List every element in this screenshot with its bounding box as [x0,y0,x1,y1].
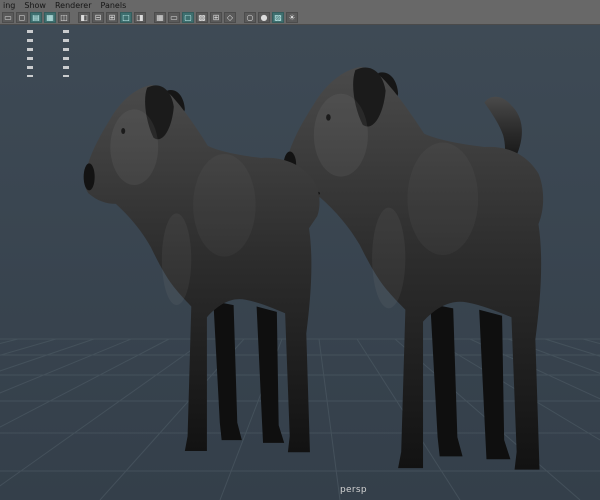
two-pane-layout-icon[interactable]: ◧ [78,11,90,23]
menu-item-show[interactable]: Show [24,1,46,10]
four-pane-layout-icon[interactable]: ⊞ [106,11,118,23]
menu-item-renderer[interactable]: Renderer [55,1,92,10]
camera-lock-icon[interactable]: ◻ [16,11,28,23]
textured-mode-icon[interactable]: ▨ [272,11,284,23]
resolution-gate-icon[interactable]: ▢ [182,11,194,23]
camera-attributes-icon[interactable]: ▤ [30,11,42,23]
dog-model-left[interactable] [83,85,320,453]
safe-action-icon[interactable]: ◇ [224,11,236,23]
maya-viewport-panel: ing Show Renderer Panels ▭ ◻ ▤ ▦ ◫ ◧ ⊟ ⊞ □ ◨ ▦ ▭ ▢ ▩ ⊞ ◇ ○ ●… [0,0,600,500]
viewport[interactable]: persp [0,25,600,500]
scene-3d [0,67,600,500]
field-chart-icon[interactable]: ⊞ [210,11,222,23]
dog-model-right[interactable] [283,67,544,470]
shaded-mode-icon[interactable]: ● [258,11,270,23]
bookmarks-icon[interactable]: ▦ [44,11,56,23]
lighting-icon[interactable]: ☀ [286,11,298,23]
panel-toolbar: ▭ ◻ ▤ ▦ ◫ ◧ ⊟ ⊞ □ ◨ ▦ ▭ ▢ ▩ ⊞ ◇ ○ ● ▨ ☀ [0,10,600,24]
outliner-layout-icon[interactable]: ◨ [134,11,146,23]
film-gate-icon[interactable]: ▭ [168,11,180,23]
single-pane-layout-icon[interactable]: □ [120,11,132,23]
grid-toggle-icon[interactable]: ▦ [154,11,166,23]
select-camera-icon[interactable]: ▭ [2,11,14,23]
menu-item-panels[interactable]: Panels [100,1,126,10]
stacked-pane-layout-icon[interactable]: ⊟ [92,11,104,23]
gate-mask-icon[interactable]: ▩ [196,11,208,23]
panel-menu-bar: ing Show Renderer Panels [0,0,600,10]
wireframe-icon[interactable]: ○ [244,11,256,23]
panel-header: ing Show Renderer Panels ▭ ◻ ▤ ▦ ◫ ◧ ⊟ ⊞ □ ◨ ▦ ▭ ▢ ▩ ⊞ ◇ ○ ●… [0,0,600,25]
menu-item-ing[interactable]: ing [3,1,15,10]
image-plane-icon[interactable]: ◫ [58,11,70,23]
camera-label: persp [340,485,367,495]
